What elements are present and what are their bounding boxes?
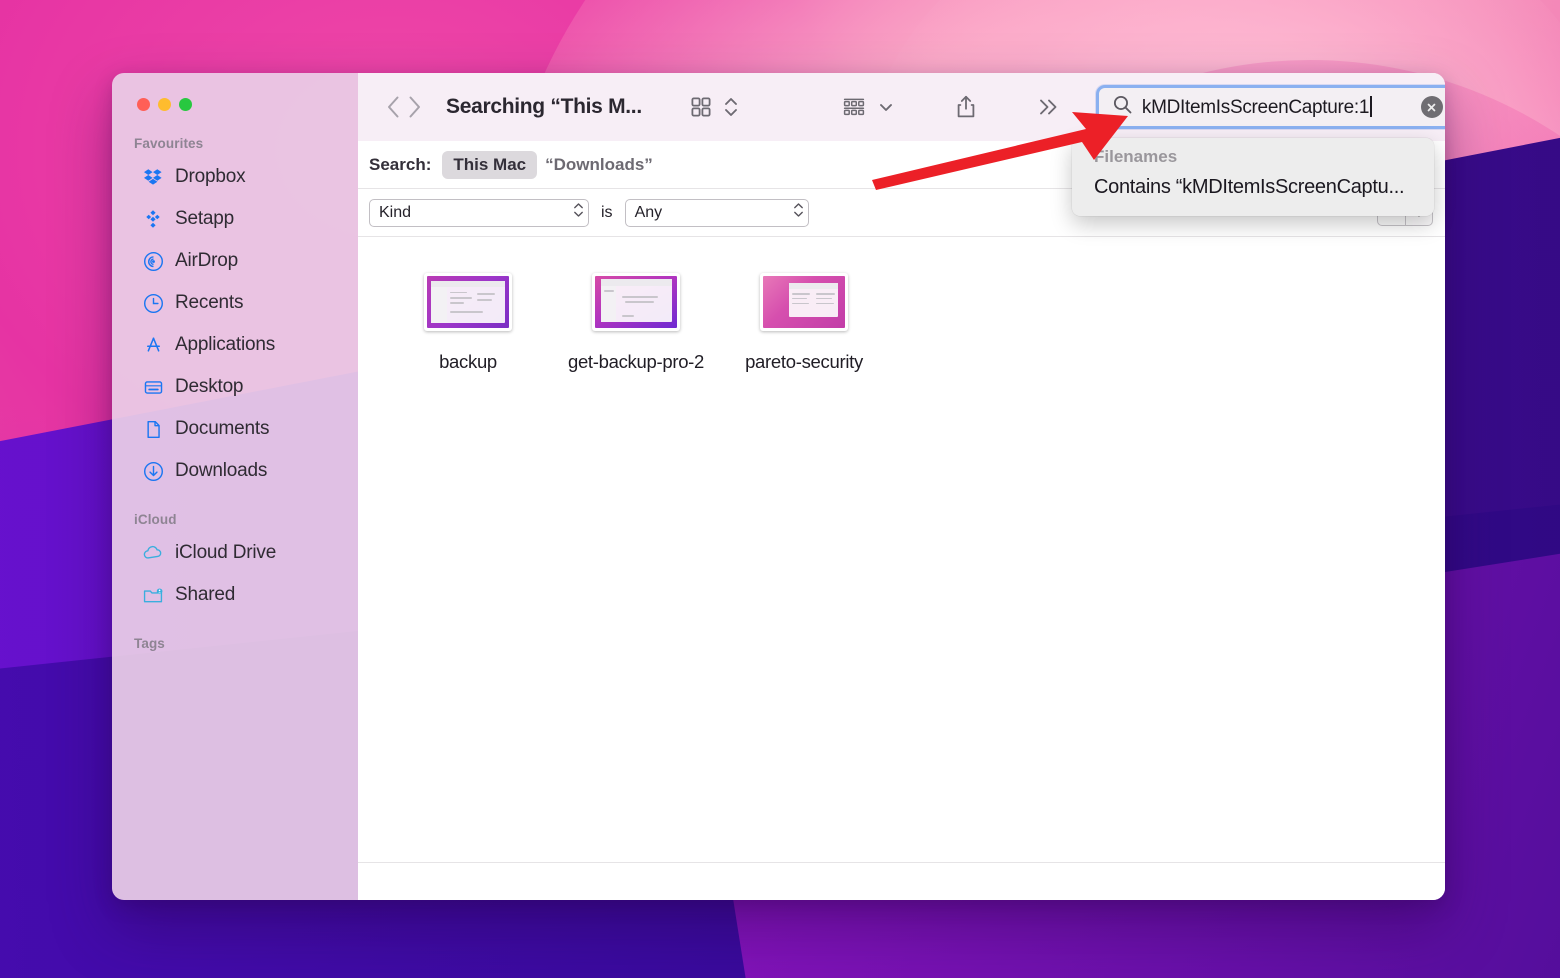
- traffic-lights: [137, 98, 192, 111]
- chevron-updown-icon[interactable]: [718, 87, 744, 127]
- sidebar-heading-favourites: Favourites: [112, 128, 358, 156]
- screenshot-thumbnail: [760, 273, 848, 331]
- file-item-get-backup-pro-2[interactable]: get-backup-pro-2: [552, 273, 720, 373]
- sidebar-item-label: Dropbox: [175, 166, 245, 188]
- group-by-icon[interactable]: [836, 87, 872, 127]
- icon-view-grid-icon[interactable]: [684, 87, 718, 127]
- shared-folder-icon: [142, 584, 164, 606]
- forward-button[interactable]: [404, 88, 424, 126]
- screenshot-thumbnail: [424, 273, 512, 331]
- page-title: Searching “This M...: [446, 95, 642, 119]
- sidebar-item-desktop[interactable]: Desktop: [120, 366, 350, 408]
- filter-value-select[interactable]: Any: [625, 199, 809, 227]
- clock-icon: [142, 292, 164, 314]
- sidebar-item-label: Shared: [175, 584, 235, 606]
- back-button[interactable]: [384, 88, 404, 126]
- filter-attribute-value: Kind: [379, 204, 573, 222]
- chevron-double-right-icon[interactable]: [1030, 87, 1066, 127]
- group-by-control[interactable]: [836, 87, 900, 127]
- scope-label: Search:: [369, 155, 431, 175]
- filter-attribute-select[interactable]: Kind: [369, 199, 589, 227]
- file-results-grid: backup get-backup-pro-2: [358, 237, 1445, 862]
- sidebar-item-label: iCloud Drive: [175, 542, 276, 564]
- search-icon: [1112, 94, 1133, 120]
- sidebar-item-label: Desktop: [175, 376, 243, 398]
- search-autocomplete-dropdown: Filenames Contains “kMDItemIsScreenCaptu…: [1072, 138, 1434, 216]
- app-store-icon: [142, 334, 164, 356]
- sidebar-item-label: Recents: [175, 292, 243, 314]
- sidebar-item-recents[interactable]: Recents: [120, 282, 350, 324]
- sidebar-item-label: Documents: [175, 418, 269, 440]
- file-name: get-backup-pro-2: [568, 351, 704, 373]
- filter-operator: is: [601, 204, 613, 222]
- filter-value: Any: [635, 204, 793, 222]
- screenshot-thumbnail: [592, 273, 680, 331]
- file-item-backup[interactable]: backup: [384, 273, 552, 373]
- search-input[interactable]: kMDItemIsScreenCapture:1: [1096, 85, 1445, 129]
- autocomplete-group-heading: Filenames: [1072, 147, 1434, 172]
- toolbar: Searching “This M...: [358, 73, 1445, 141]
- sidebar-item-label: Applications: [175, 334, 275, 356]
- desktop-icon: [142, 376, 164, 398]
- zoom-button[interactable]: [179, 98, 192, 111]
- file-name: pareto-security: [745, 351, 863, 373]
- close-button[interactable]: [137, 98, 150, 111]
- search-field-wrapper: kMDItemIsScreenCapture:1: [1096, 85, 1445, 129]
- clear-circle-icon[interactable]: [1421, 96, 1443, 118]
- document-icon: [142, 418, 164, 440]
- text-cursor: [1370, 96, 1372, 117]
- chevron-updown-icon: [793, 200, 804, 225]
- sidebar-item-icloud-drive[interactable]: iCloud Drive: [120, 532, 350, 574]
- minimize-button[interactable]: [158, 98, 171, 111]
- airdrop-icon: [142, 250, 164, 272]
- autocomplete-suggestion-filename-contains[interactable]: Contains “kMDItemIsScreenCaptu...: [1072, 172, 1434, 203]
- share-icon[interactable]: [948, 87, 984, 127]
- file-item-pareto-security[interactable]: pareto-security: [720, 273, 888, 373]
- sidebar-item-airdrop[interactable]: AirDrop: [120, 240, 350, 282]
- file-name: backup: [439, 351, 497, 373]
- sidebar-item-documents[interactable]: Documents: [120, 408, 350, 450]
- dropbox-icon: [142, 166, 164, 188]
- sidebar-heading-tags: Tags: [112, 616, 358, 656]
- search-value: kMDItemIsScreenCapture:1: [1142, 96, 1421, 119]
- view-mode-control[interactable]: [684, 87, 744, 127]
- sidebar: Favourites Dropbox Setapp: [112, 73, 358, 900]
- scope-option-downloads[interactable]: “Downloads”: [545, 155, 653, 175]
- sidebar-item-label: Downloads: [175, 460, 267, 482]
- cloud-icon: [142, 542, 164, 564]
- sidebar-heading-icloud: iCloud: [112, 492, 358, 532]
- status-bar: [358, 862, 1445, 900]
- chevron-updown-icon: [573, 200, 584, 225]
- sidebar-item-applications[interactable]: Applications: [120, 324, 350, 366]
- sidebar-item-downloads[interactable]: Downloads: [120, 450, 350, 492]
- chevron-down-icon[interactable]: [872, 87, 900, 127]
- sidebar-item-label: AirDrop: [175, 250, 238, 272]
- scope-option-this-mac[interactable]: This Mac: [442, 151, 537, 179]
- download-icon: [142, 460, 164, 482]
- sidebar-item-shared[interactable]: Shared: [120, 574, 350, 616]
- setapp-icon: [142, 208, 164, 230]
- sidebar-item-setapp[interactable]: Setapp: [120, 198, 350, 240]
- sidebar-item-label: Setapp: [175, 208, 234, 230]
- sidebar-item-dropbox[interactable]: Dropbox: [120, 156, 350, 198]
